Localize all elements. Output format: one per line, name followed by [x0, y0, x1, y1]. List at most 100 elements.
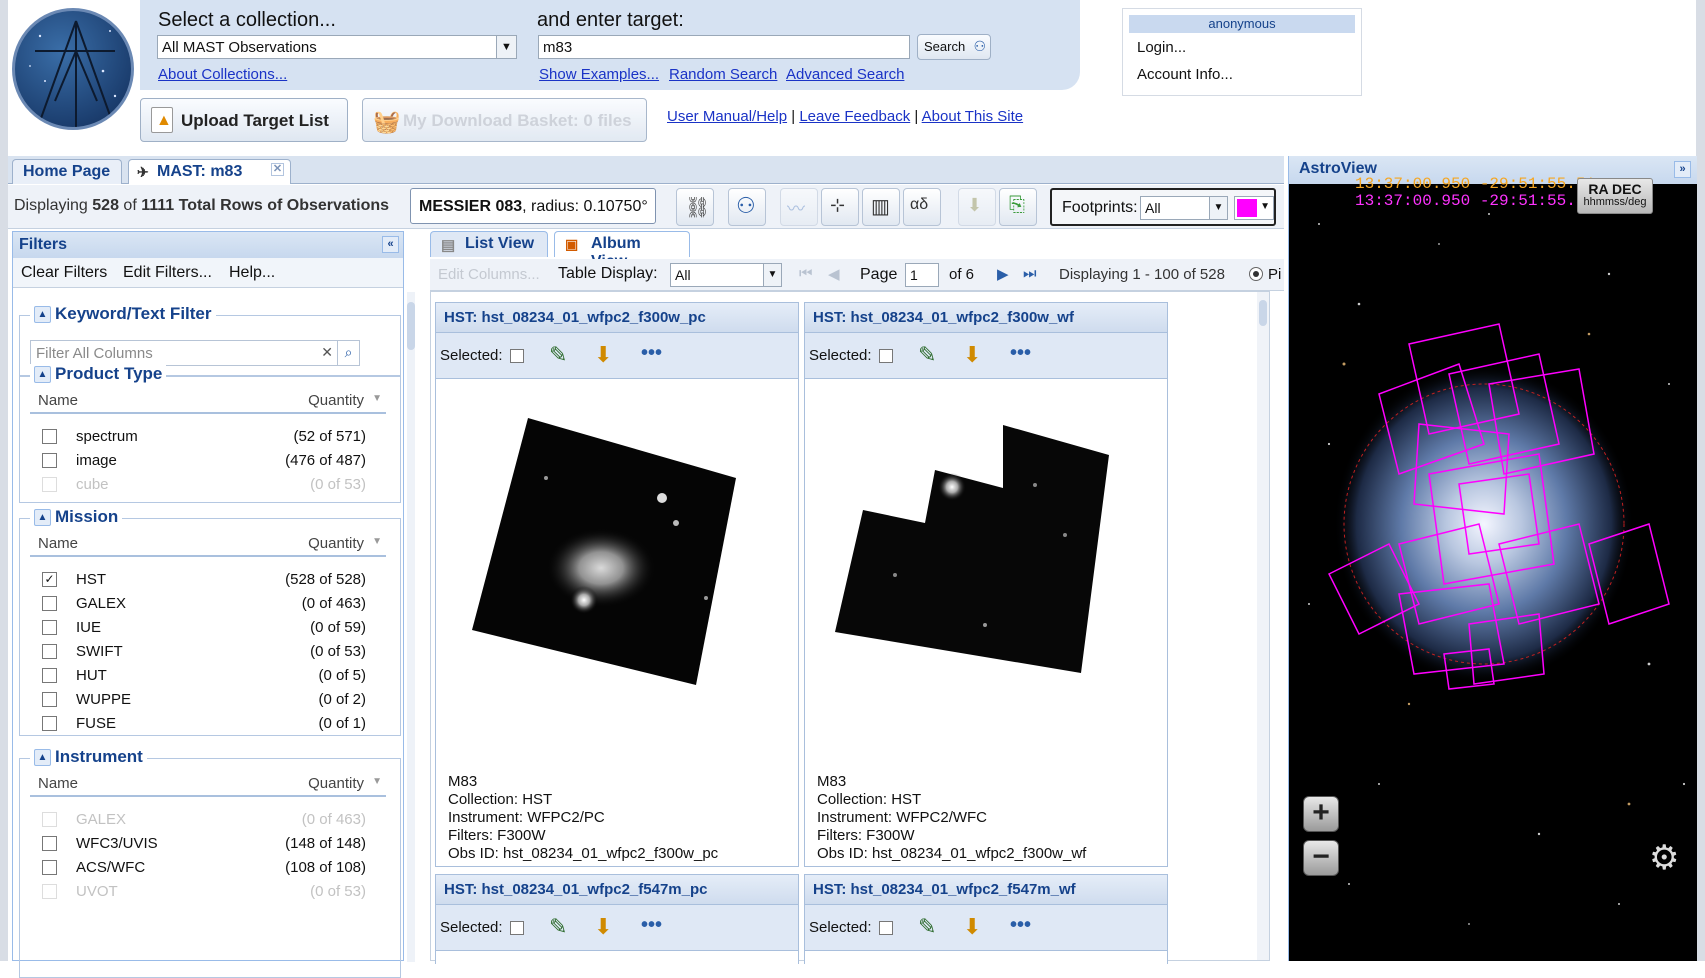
close-icon[interactable]: ✕	[271, 163, 284, 176]
alpha-delta-icon[interactable]: αδ	[903, 188, 941, 226]
chevron-down-icon[interactable]: ▼	[496, 36, 516, 58]
binoculars-icon[interactable]: ⚇	[728, 188, 766, 226]
zoom-in-button[interactable]: +	[1303, 796, 1339, 832]
zoom-out-button[interactable]: −	[1303, 840, 1339, 876]
last-page-icon[interactable]: ⏭	[1023, 265, 1037, 282]
footprints-select[interactable]: All ▼	[1140, 196, 1228, 220]
filter-row[interactable]: FUSE (0 of 1)	[30, 713, 386, 735]
edit-icon[interactable]: ✎	[549, 914, 567, 940]
select-checkbox[interactable]	[879, 921, 893, 935]
filter-checkbox[interactable]	[42, 836, 57, 851]
filter-checkbox[interactable]	[42, 716, 57, 731]
instrument-title[interactable]: ▲ Instrument	[30, 747, 147, 767]
collection-select[interactable]: All MAST Observations ▼	[157, 35, 517, 59]
card-title[interactable]: HST: hst_08234_01_wfpc2_f547m_pc	[436, 875, 798, 905]
basket-add-icon[interactable]: ⬇	[958, 188, 996, 226]
tab-album-view[interactable]: ▣ Album View	[554, 231, 690, 270]
filter-checkbox[interactable]	[42, 692, 57, 707]
advanced-search-link[interactable]: Advanced Search	[786, 66, 904, 83]
observation-card[interactable]: HST: hst_08234_01_wfpc2_f300w_pc Selecte…	[435, 302, 799, 867]
filter-row[interactable]: image (476 of 487)	[30, 450, 386, 472]
target-resolved-box[interactable]: MESSIER 083, radius: 0.10750°	[410, 188, 656, 224]
filter-row[interactable]: HUT (0 of 5)	[30, 665, 386, 687]
column-quantity-header[interactable]: Quantity	[308, 775, 364, 792]
edit-columns-button[interactable]: Edit Columns...	[438, 266, 540, 283]
filter-row[interactable]: cube (0 of 53)	[30, 474, 386, 496]
observation-card[interactable]: HST: hst_08234_01_wfpc2_f300w_wf Selecte…	[804, 302, 1168, 867]
login-menu-item[interactable]: Login...	[1137, 39, 1186, 56]
filters-scrollbar[interactable]	[407, 292, 415, 962]
tab-home-page[interactable]: Home Page	[12, 159, 122, 184]
filter-checkbox[interactable]	[42, 644, 57, 659]
column-name-header[interactable]: Name	[38, 775, 78, 792]
show-examples-link[interactable]: Show Examples...	[539, 66, 659, 83]
filter-checkbox[interactable]	[42, 668, 57, 683]
first-page-icon[interactable]: ⏮	[799, 265, 813, 282]
column-quantity-header[interactable]: Quantity	[308, 535, 364, 552]
filter-row[interactable]: WUPPE (0 of 2)	[30, 689, 386, 711]
page-input[interactable]: 1	[905, 263, 939, 287]
filter-row[interactable]: WFC3/UVIS (148 of 148)	[30, 833, 386, 855]
mission-title[interactable]: ▲ Mission	[30, 507, 123, 527]
download-basket-icon[interactable]: ⬇	[963, 914, 981, 940]
target-input[interactable]: m83	[538, 35, 910, 59]
search-button[interactable]: Search ⚇	[917, 34, 991, 60]
tab-mast-m83[interactable]: ✈ MAST: m83 ✕	[128, 159, 291, 184]
filter-checkbox[interactable]	[42, 429, 57, 444]
filter-checkbox[interactable]	[42, 812, 57, 827]
filter-row[interactable]: spectrum (52 of 571)	[30, 426, 386, 448]
leave-feedback-link[interactable]: Leave Feedback	[799, 108, 910, 125]
columns-icon[interactable]: ▥	[862, 188, 900, 226]
filter-checkbox[interactable]	[42, 453, 57, 468]
collapse-icon[interactable]: ▲	[34, 306, 51, 324]
link-icon[interactable]: ⛓	[676, 188, 714, 226]
collapse-icon[interactable]: ▲	[34, 749, 51, 767]
column-name-header[interactable]: Name	[38, 535, 78, 552]
sort-icon[interactable]: ▼	[372, 536, 382, 547]
filter-checkbox[interactable]: ✓	[42, 572, 57, 587]
column-name-header[interactable]: Name	[38, 392, 78, 409]
prev-page-icon[interactable]: ◀	[828, 265, 840, 283]
filter-checkbox[interactable]	[42, 620, 57, 635]
download-basket-icon[interactable]: ⬇	[594, 914, 612, 940]
filter-row[interactable]: UVOT (0 of 53)	[30, 881, 386, 903]
filter-checkbox[interactable]	[42, 477, 57, 492]
gear-icon[interactable]: ⚙	[1649, 838, 1679, 878]
keyword-filter-title[interactable]: ▲ Keyword/Text Filter	[30, 304, 216, 324]
observation-card[interactable]: HST: hst_08234_01_wfpc2_f547m_wf Selecte…	[804, 874, 1168, 964]
column-quantity-header[interactable]: Quantity	[308, 392, 364, 409]
select-checkbox[interactable]	[510, 349, 524, 363]
sky-image[interactable]	[1289, 184, 1697, 961]
edit-filters-button[interactable]: Edit Filters...	[123, 264, 212, 282]
filters-scrollbar-thumb[interactable]	[407, 302, 415, 350]
about-site-link[interactable]: About This Site	[922, 108, 1023, 125]
card-title[interactable]: HST: hst_08234_01_wfpc2_f547m_wf	[805, 875, 1167, 905]
sort-icon[interactable]: ▼	[372, 776, 382, 787]
more-options-icon[interactable]: •••	[1010, 342, 1031, 365]
download-basket-button[interactable]: 🧺 My Download Basket: 0 files	[362, 98, 647, 142]
random-search-link[interactable]: Random Search	[669, 66, 777, 83]
download-basket-icon[interactable]: ⬇	[594, 342, 612, 368]
observation-preview-image[interactable]	[835, 425, 1135, 715]
select-checkbox[interactable]	[879, 349, 893, 363]
filter-row[interactable]: ✓ HST (528 of 528)	[30, 569, 386, 591]
keyword-filter-input[interactable]: Filter All Columns ✕ ⌕	[30, 340, 360, 366]
collapse-icon[interactable]: ▲	[34, 366, 51, 384]
select-checkbox[interactable]	[510, 921, 524, 935]
scatter-plot-icon[interactable]: ⊹	[821, 188, 859, 226]
chevron-down-icon[interactable]: ▼	[763, 264, 781, 286]
album-scrollbar-thumb[interactable]	[1259, 300, 1267, 326]
album-scrollbar[interactable]	[1257, 292, 1269, 960]
search-icon[interactable]: ⌕	[337, 341, 359, 365]
more-options-icon[interactable]: •••	[641, 342, 662, 365]
more-options-icon[interactable]: •••	[1010, 914, 1031, 937]
filter-checkbox[interactable]	[42, 860, 57, 875]
filter-checkbox[interactable]	[42, 596, 57, 611]
spectrum-plot-icon[interactable]: 〰	[780, 188, 818, 226]
product-type-title[interactable]: ▲ Product Type	[30, 364, 167, 384]
clear-icon[interactable]: ✕	[321, 344, 333, 361]
collapse-left-icon[interactable]: «	[382, 236, 399, 253]
edit-icon[interactable]: ✎	[549, 342, 567, 368]
expand-right-icon[interactable]: »	[1674, 161, 1691, 178]
chevron-down-icon[interactable]: ▼	[1209, 197, 1227, 219]
